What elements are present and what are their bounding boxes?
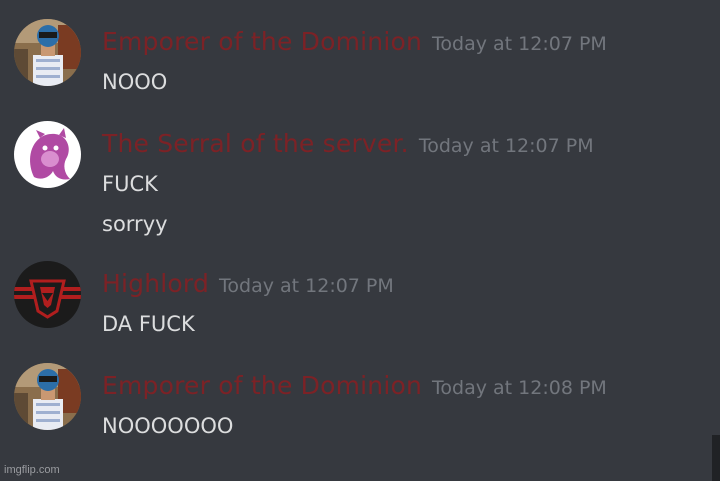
scrollbar-thumb[interactable] [712,435,720,481]
message-header: Highlord Today at 12:07 PM [102,267,394,301]
imgflip-watermark: imgflip.com [4,464,60,476]
username[interactable]: The Serral of the server. [102,127,409,161]
chat-message-list: Emporer of the Dominion Today at 12:07 P… [0,0,720,481]
message-text: NOOOOOOO [102,414,234,438]
timestamp[interactable]: Today at 12:07 PM [419,129,594,163]
message-group: Highlord Today at 12:07 PM DA FUCK [0,261,712,337]
timestamp[interactable]: Today at 12:07 PM [219,269,394,303]
username[interactable]: Emporer of the Dominion [102,369,422,403]
red-eagle-emblem-avatar-icon[interactable] [14,261,81,328]
message-text: NOOO [102,70,168,94]
message-text: sorryy [102,212,168,236]
message-group: The Serral of the server. Today at 12:07… [0,121,712,237]
person-photo-avatar-icon[interactable] [14,363,81,430]
timestamp[interactable]: Today at 12:07 PM [432,27,607,61]
message-group: Emporer of the Dominion Today at 12:08 P… [0,363,712,439]
message-header: The Serral of the server. Today at 12:07… [102,127,594,161]
message-text: FUCK [102,172,158,196]
message-group: Emporer of the Dominion Today at 12:07 P… [0,19,712,95]
purple-creature-avatar-icon[interactable] [14,121,81,188]
message-text: DA FUCK [102,312,195,336]
username[interactable]: Highlord [102,267,209,301]
timestamp[interactable]: Today at 12:08 PM [432,371,607,405]
username[interactable]: Emporer of the Dominion [102,25,422,59]
message-header: Emporer of the Dominion Today at 12:07 P… [102,25,607,59]
message-header: Emporer of the Dominion Today at 12:08 P… [102,369,607,403]
person-photo-avatar-icon[interactable] [14,19,81,86]
